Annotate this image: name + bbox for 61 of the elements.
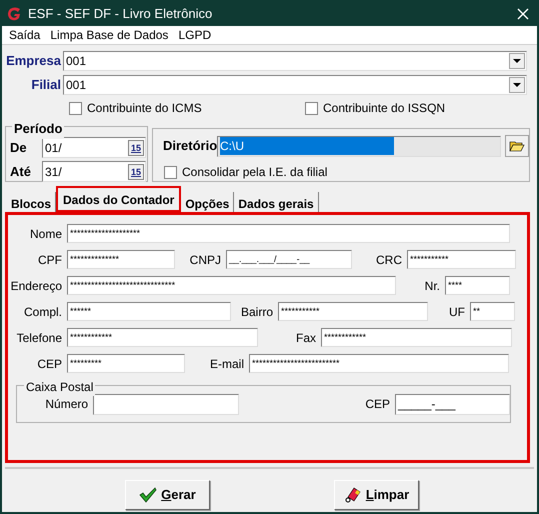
menu-item[interactable]: Limpa Base de Dados	[45, 26, 174, 44]
field-label: Endereço	[10, 278, 63, 294]
checkbox-label: Consolidar pela I.E. da filial	[182, 164, 328, 181]
window-title: ESF - SEF DF - Livro Eletrônico	[28, 5, 212, 24]
text-field[interactable]: ************	[67, 328, 258, 347]
field-label: CNPJ	[188, 252, 222, 268]
text-field[interactable]: *************************	[249, 354, 509, 373]
field-label: CEP	[36, 356, 63, 372]
action-button[interactable]: Gerar	[125, 480, 210, 510]
text-field[interactable]: ***********	[407, 250, 516, 269]
text-field[interactable]: ******	[67, 302, 231, 321]
folder-button[interactable]	[505, 135, 529, 157]
tab[interactable]: Dados do Contador	[56, 186, 182, 212]
field-label: Nr.	[424, 278, 441, 294]
eraser-icon	[344, 487, 362, 503]
field-label: Filial	[30, 76, 62, 94]
field-label: Fax	[294, 330, 317, 346]
field-label: Até	[10, 162, 32, 181]
field-label: CPF	[37, 252, 63, 268]
text-field[interactable]: ****	[445, 276, 510, 295]
tab[interactable]: Dados gerais	[234, 192, 319, 212]
field-label: CEP	[364, 396, 392, 413]
text-field[interactable]: ************	[321, 328, 512, 347]
date-field[interactable]: 31/ 15	[42, 161, 146, 182]
calendar-button[interactable]: 15	[128, 140, 144, 156]
text-field[interactable]: **	[470, 302, 515, 321]
field-label: CRC	[375, 252, 403, 268]
field-label: Nome	[28, 226, 63, 242]
checkbox[interactable]	[164, 166, 177, 178]
text-field[interactable]: *********	[67, 354, 185, 373]
field-label: Compl.	[22, 304, 63, 320]
field-label: Diretório	[163, 137, 217, 156]
directory-field[interactable]: C:\U	[217, 136, 501, 156]
field-label: Bairro	[240, 304, 274, 320]
calendar-button[interactable]: 15	[128, 164, 144, 180]
tab[interactable]: Opções	[181, 192, 234, 212]
text-field[interactable]: ******************************	[67, 276, 396, 295]
menu-item[interactable]: Saída	[4, 26, 46, 44]
field-label: Telefone	[16, 330, 63, 346]
text-field[interactable]: **************	[67, 250, 175, 269]
folder-icon	[509, 140, 525, 152]
text-field[interactable]: ********************	[67, 224, 510, 243]
text-field[interactable]	[93, 394, 240, 414]
company-dropdown[interactable]: 001	[63, 75, 527, 95]
menu-item[interactable]: LGPD	[173, 26, 216, 44]
checkbox-label: Contribuinte do ISSQN	[323, 100, 446, 117]
checkbox-label: Contribuinte do ICMS	[87, 100, 202, 117]
action-button[interactable]: Limpar	[334, 480, 419, 510]
checkbox[interactable]	[69, 102, 82, 114]
field-label: Empresa	[5, 52, 62, 70]
field-label: E-mail	[208, 356, 245, 372]
company-dropdown[interactable]: 001	[63, 51, 527, 71]
field-label: Número	[44, 396, 90, 413]
checkbox[interactable]	[305, 102, 318, 114]
text-field[interactable]: __.___.___/____-__	[226, 250, 352, 269]
text-field[interactable]: _____-___	[395, 394, 510, 414]
text-field[interactable]: ***********	[278, 302, 428, 321]
field-label: UF	[448, 304, 466, 320]
field-label: De	[10, 138, 28, 157]
checkmark-icon	[139, 487, 158, 503]
date-field[interactable]: 01/ 15	[42, 137, 146, 158]
